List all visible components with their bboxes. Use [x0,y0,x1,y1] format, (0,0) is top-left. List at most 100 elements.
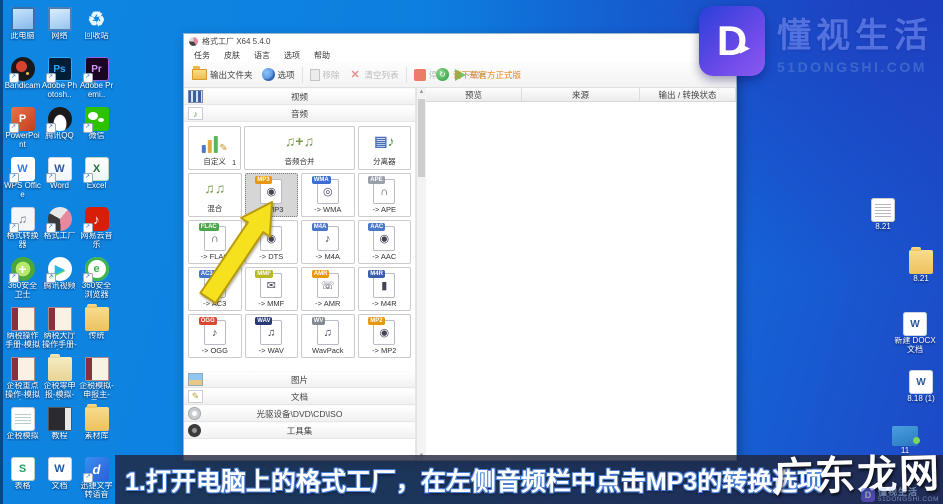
format-tile-to-ape[interactable]: ∩ APE -> APE [357,173,411,217]
desktop-icon-label: 企税模拟 [6,432,39,440]
panel-scrollbar[interactable]: ▲ ▼ [416,88,426,460]
format-tile-to-mp2[interactable]: ◉ MP2 -> MP2 [357,314,411,358]
logo-d-icon: D ▶ [699,6,765,76]
bandicam-icon [8,57,35,83]
column-header-0[interactable]: 预览 [426,88,522,101]
desktop-icon-sheet-file[interactable]: S 表格 [4,455,41,504]
menu-language[interactable]: 语言 [247,50,277,61]
desktop-icon-label: Bandicam [4,82,41,90]
desktop-icon-doc-file[interactable]: W 文档 [41,455,78,504]
desktop-icon-360-browser[interactable]: e360安全浏览器 [78,255,115,305]
desktop-icon-label: Word [50,182,69,190]
desktop-icon-folder-821[interactable]: 8.21 [896,247,943,284]
desktop-icon-format-factory[interactable]: 格式工厂 [41,205,78,255]
desktop-icon-premiere[interactable]: PrAdobe Premi.. [78,55,115,105]
desktop-icon-excel[interactable]: XExcel [78,155,115,205]
format-file-icon: ∩ APE [368,176,396,204]
scrollbar-thumb[interactable] [418,99,425,177]
desktop-icon-manual-1[interactable]: 纳税操作手册-模拟上.. [4,305,41,355]
title-bar: 格式工厂 X64 5.4.0 — [184,34,736,49]
desktop-icon-label: 此电脑 [10,32,35,40]
format-tile-to-wav[interactable]: ♫ WAV -> WAV [244,314,298,358]
desktop-icon-converter[interactable]: ♫格式转换器 [4,205,41,255]
promo-area[interactable]: ↻ 请下载官方正式版 [436,62,521,87]
desktop-icon-this-pc[interactable]: 此电脑 [4,5,41,55]
desktop-icon-file-1[interactable]: 企税模拟 [4,405,41,455]
desktop-icon-netease-music[interactable]: ♪网易云音乐 [78,205,115,255]
tile-label: -> WAV [258,346,284,355]
desktop-icon-wechat[interactable]: 微信 [78,105,115,155]
menu-tasks[interactable]: 任务 [187,50,217,61]
desktop-icon-tutorial[interactable]: 教程 [41,405,78,455]
desktop-icon-new-docx[interactable]: W 新建 DOCX 文档 [890,310,940,355]
desktop-icon-label: 回收站 [84,32,109,40]
desktop-icon-label: 腾讯QQ [45,132,74,140]
logo-title: 懂视生活 [777,16,933,55]
folderbook-icon [47,354,72,381]
column-header-2[interactable]: 输出 / 转换状态 [640,88,736,101]
toolbar-button-options[interactable]: 选项 [258,66,299,83]
format-tile-to-amr[interactable]: ☏ AMR -> AMR [301,267,355,311]
desktop-icon-manual-2[interactable]: 纳税大厅操作手册-申.. [41,305,78,355]
desktop-icon-wps-office[interactable]: WWPS Office [4,155,41,205]
clear-icon: ✕ [350,69,360,81]
desktop-icon-doc-821[interactable]: 8.21 [858,196,908,232]
app-icon [189,37,198,46]
desktop-icon-word[interactable]: WWord [41,155,78,205]
menu-help[interactable]: 帮助 [307,50,337,61]
menu-skin[interactable]: 皮肤 [217,50,247,61]
format-tile-wavpack[interactable]: ♫ WV WavPack [301,314,355,358]
section-document[interactable]: ✎ 文档 [184,388,415,405]
film-icon [188,90,203,103]
desktop-icon-recycle-bin[interactable]: ♻ 回收站 [78,5,115,55]
format-tile-to-ogg[interactable]: ♪ OGG -> OGG [188,314,242,358]
desktop-icon-manual-3[interactable]: 企税重点操作-模拟上.. [4,355,41,405]
format-tile-splitter[interactable]: ▤♪ 分离器 [357,126,412,170]
desktop-icon-folder-2[interactable]: 素材库 [78,404,115,455]
format-tile-custom[interactable]: ✎ 自定义 1 [188,126,242,170]
desktop-icon-label: 素材库 [84,432,109,440]
format-tile-to-aac[interactable]: ◉ AAC -> AAC [357,220,411,264]
section-picture[interactable]: 图片 [184,371,415,388]
section-toolset[interactable]: 工具集 [184,422,415,439]
task-list-body[interactable] [426,102,736,460]
desktop-icon-manual-5[interactable]: 企税模拟-申报主-重.. [78,355,115,405]
task-list-header: 预览 来源 输出 / 转换状态 [426,88,736,102]
format-tile-to-m4a[interactable]: ♪ M4A -> M4A [301,220,355,264]
play-icon: ▶ [740,40,750,55]
desktop-icon-label: 企税模拟-申报主-重.. [79,382,114,400]
desktop-icon-network[interactable]: 网络 [41,5,78,55]
toolbar-button-label: 移除 [322,69,340,80]
folder-icon [84,304,109,331]
folder-icon [192,66,207,80]
format-tile-to-m4r[interactable]: ▮ M4R -> M4R [357,267,411,311]
desktop-icon-manual-4[interactable]: 企税零申报-模拟-增.. [41,354,78,405]
window-title: 格式工厂 X64 5.4.0 [202,37,271,46]
desktop-icon-folder-1[interactable]: 传统 [78,304,115,355]
desktop-icon-powerpoint[interactable]: PPowerPoint [4,105,41,155]
desktop-icon-qq[interactable]: 腾讯QQ [41,105,78,155]
format-file-icon: ♫ WAV [255,317,283,345]
globe-icon: ↻ [436,68,449,81]
desktop-icon-tencent-video[interactable]: ▶腾讯视频 [41,255,78,305]
desktop-icon-photoshop[interactable]: PsAdobe Photosh.. [41,55,78,105]
desktop-icon-label: Adobe Premi.. [79,82,114,99]
format-tile-to-wma[interactable]: ◎ WMA -> WMA [301,173,355,217]
format-tile-audio-merge[interactable]: ♫+♫ 音频合并 [244,126,355,170]
desktop-icon-doc-818[interactable]: W 8.18 (1) [896,368,943,404]
tile-label: -> MP2 [372,346,397,355]
corner-watermark: D 懂视生活 51DONGSHI.COM [860,487,939,504]
desktop-icon-xunjie-tts[interactable]: d迅捷文字转语音 [78,455,115,504]
section-disc-device[interactable]: 光驱设备\DVD\CD\ISO [184,405,415,422]
menu-options[interactable]: 选项 [277,50,307,61]
column-header-1[interactable]: 来源 [522,88,640,101]
section-video[interactable]: 视频 [184,88,415,105]
toolbar-button-remove[interactable]: 移除 [306,67,344,83]
section-audio[interactable]: ♪ 音频 [184,105,415,122]
toolbar-button-output-folder[interactable]: 输出文件夹 [188,66,257,83]
scroll-up-icon[interactable]: ▲ [417,89,426,95]
desktop-icon-360-safe[interactable]: +360安全卫士 [4,255,41,305]
wechat-icon [82,107,109,133]
toolbar-button-clear-list[interactable]: ✕ 清空列表 [345,66,403,83]
desktop-icon-bandicam[interactable]: Bandicam [4,55,41,105]
